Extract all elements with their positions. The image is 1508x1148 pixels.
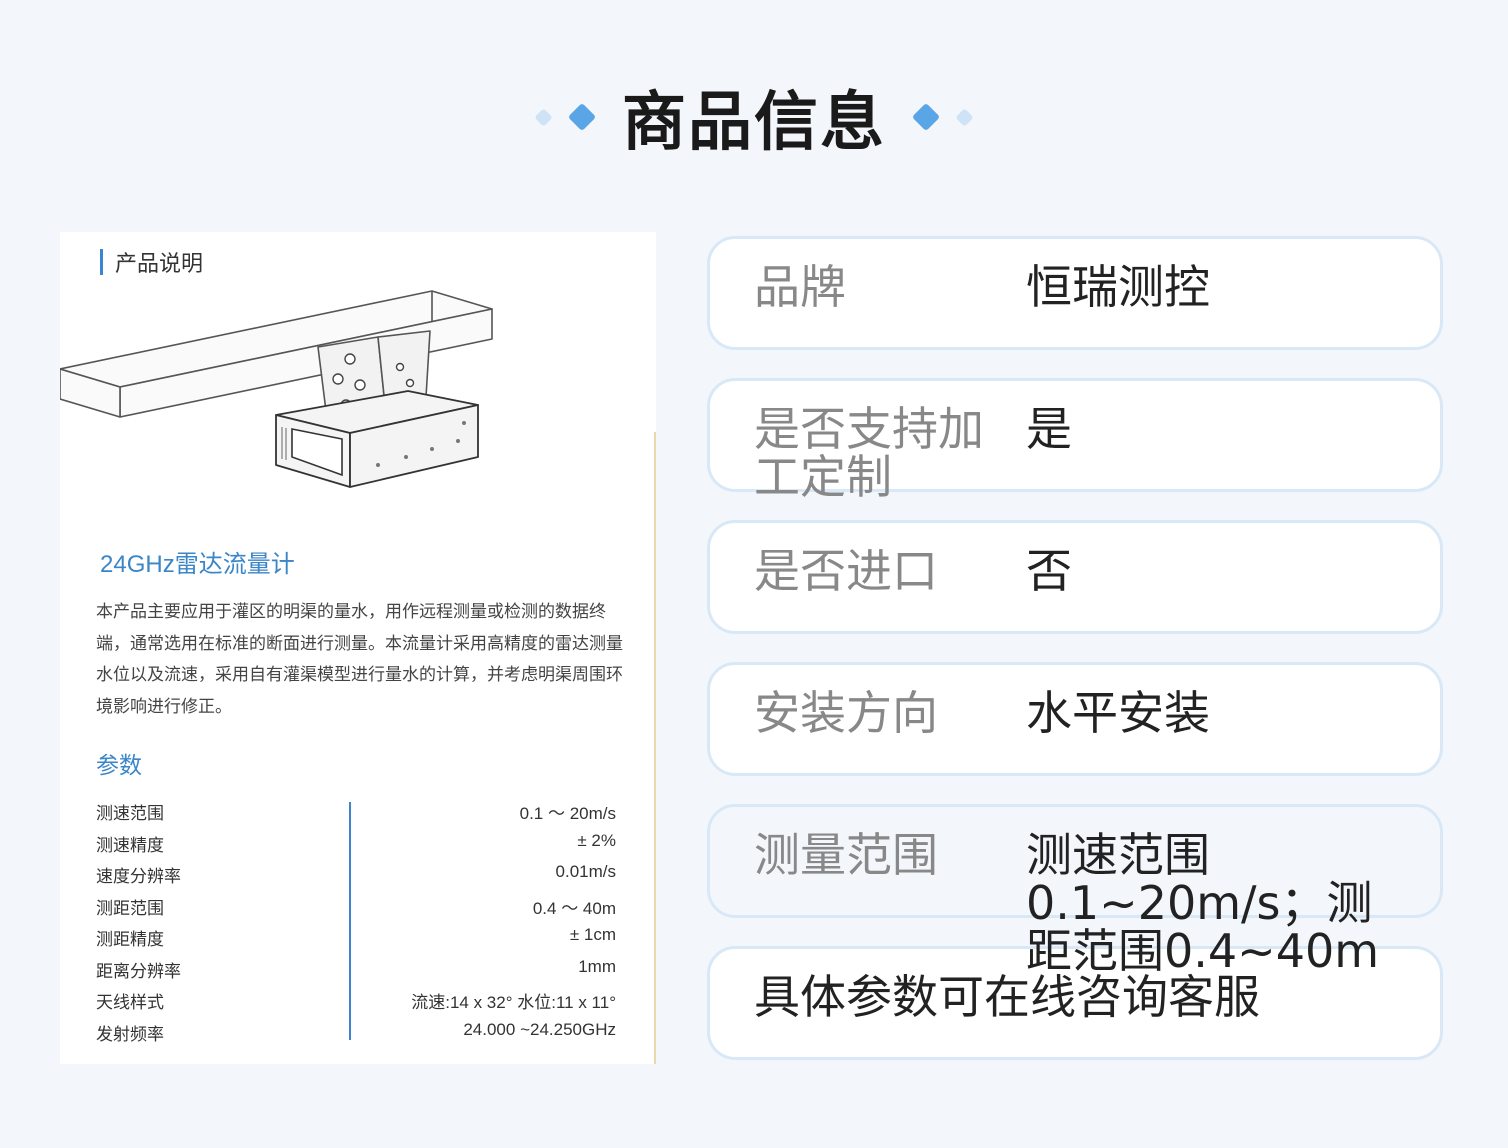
section-marker [100,249,103,275]
title-decoration-right [911,102,974,132]
info-card-customizable: 是否支持加工定制 是 [707,378,1443,501]
info-label: 测量范围 [754,828,938,882]
param-key: 测距精度 [96,930,164,949]
param-row: 测距精度 ± 1cm [96,921,616,953]
param-row: 发射频率 24.000 ~24.250GHz [96,1016,616,1048]
diamond-icon [567,102,597,132]
info-label: 品牌 [754,260,846,314]
info-label: 安装方向 [754,686,938,740]
page-header: 商品信息 [0,72,1508,162]
param-value: ± 1cm [569,925,616,944]
radar-device-illustration [60,290,493,488]
info-label: 是否支持加工定制 [754,402,984,504]
param-row: 测距范围 0.4 ～ 40m [96,890,616,922]
diamond-icon [911,102,941,132]
param-key: 测速范围 [96,804,164,823]
product-document-image: 产品说明 24GHz雷达流量计 本产品主要应用于灌区的明渠的量水，用作远程测量或… [60,232,656,1064]
param-value: 1mm [578,956,616,976]
info-value: 测速范围0.1~20m/s；测距范围0.4~40m [1026,828,1380,978]
section-title: 产品说明 [115,251,204,276]
param-row: 距离分辨率 1mm [96,953,616,985]
param-row: 速度分辨率 0.01m/s [96,858,616,890]
title-decoration-left [534,102,597,132]
param-value: 0.4 ～ 40m [532,898,616,918]
info-card-measure-range: 测量范围 测速范围0.1~20m/s；测距范围0.4~40m [707,804,1443,975]
param-value: 0.01m/s [555,862,616,881]
contact-note: 具体参数可在线咨询客服 [754,970,1260,1024]
param-row: 天线样式 流速:14 x 32° 水位:11 x 11° [96,984,616,1016]
param-key: 速度分辨率 [96,867,181,886]
info-card-imported: 是否进口 否 [707,520,1443,634]
param-value: ± 2% [577,830,616,850]
info-value: 水平安装 [1026,686,1210,740]
param-value: 流速:14 x 32° 水位:11 x 11° [411,993,616,1012]
section-heading: 产品说明 [100,246,203,278]
product-name: 24GHz雷达流量计 [100,551,295,578]
info-value: 恒瑞测控 [1026,260,1210,314]
param-key: 测距范围 [96,898,164,918]
params-table: 测速范围 0.1 ～ 20m/s 测速精度 ± 2% 速度分辨率 0.01m/s 测距… [96,795,616,1047]
params-title: 参数 [96,752,142,778]
info-card-install-direction: 安装方向 水平安装 [707,662,1443,776]
info-card-brand: 品牌 恒瑞测控 [707,236,1443,350]
info-value: 否 [1026,544,1072,598]
diamond-icon [955,107,974,127]
param-key: 测速精度 [96,835,164,855]
param-key: 发射频率 [96,1024,164,1044]
param-row: 测速精度 ± 2% [96,827,616,859]
edge-rail [654,432,656,1064]
info-value: 是 [1026,402,1072,456]
info-label: 是否进口 [754,544,938,598]
param-row: 测速范围 0.1 ～ 20m/s [96,795,616,827]
param-value: 0.1 ～ 20m/s [519,804,616,823]
param-value: 24.000 ~24.250GHz [463,1019,616,1039]
product-description: 本产品主要应用于灌区的明渠的量水，用作远程测量或检测的数据终端，通常选用在标准的… [96,602,623,716]
page-title: 商品信息 [622,86,886,160]
diamond-icon [534,107,553,127]
param-key: 距离分辨率 [96,961,181,981]
param-key: 天线样式 [96,993,164,1012]
